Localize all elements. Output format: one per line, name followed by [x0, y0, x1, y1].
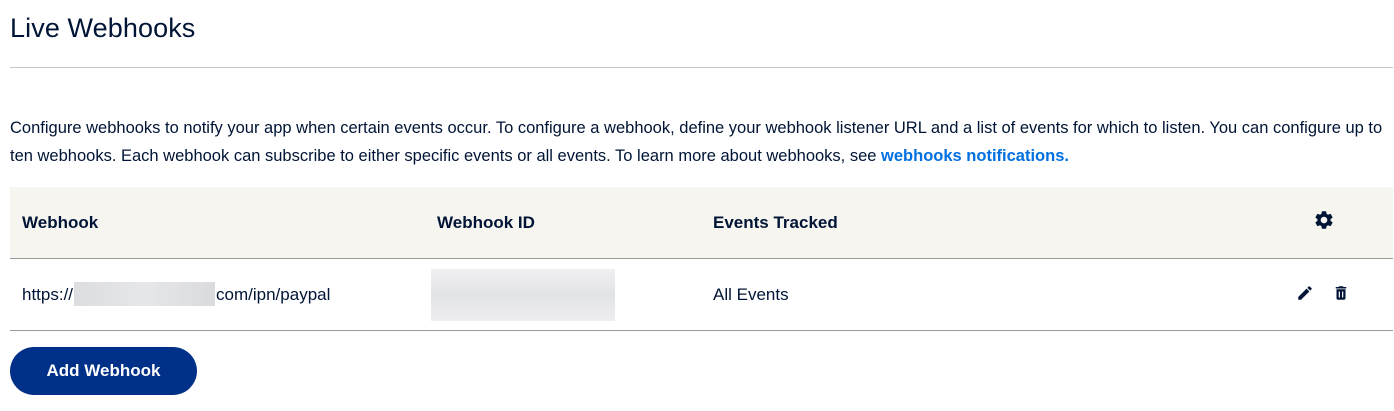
title-divider: [10, 67, 1393, 68]
trash-icon[interactable]: [1332, 284, 1350, 302]
description-text: Configure webhooks to notify your app wh…: [10, 119, 1383, 165]
column-header-events-tracked: Events Tracked: [713, 213, 838, 232]
column-header-webhook: Webhook: [22, 213, 99, 232]
pencil-icon[interactable]: [1296, 284, 1314, 302]
redacted-url-segment: [74, 281, 216, 306]
description: Configure webhooks to notify your app wh…: [10, 114, 1390, 170]
table-header: Webhook Webhook ID Events Tracked: [10, 187, 1393, 259]
events-tracked: All Events: [713, 285, 789, 304]
live-webhooks-page: Live Webhooks Configure webhooks to noti…: [0, 0, 1394, 411]
column-header-webhook-id: Webhook ID: [437, 213, 535, 232]
webhook-url: https:// com/ipn/paypal: [22, 259, 330, 330]
webhooks-table: Webhook Webhook ID Events Tracked https:…: [10, 187, 1393, 331]
webhook-id-redacted: [431, 269, 615, 321]
webhooks-notifications-link[interactable]: webhooks notifications.: [881, 147, 1069, 165]
table-row: https:// com/ipn/paypal All Events: [10, 259, 1393, 331]
page-title: Live Webhooks: [10, 13, 196, 43]
add-webhook-button[interactable]: Add Webhook: [10, 347, 197, 395]
webhook-url-suffix: com/ipn/paypal: [216, 285, 331, 304]
gear-icon[interactable]: [1313, 209, 1335, 231]
webhook-url-prefix: https://: [22, 285, 74, 304]
